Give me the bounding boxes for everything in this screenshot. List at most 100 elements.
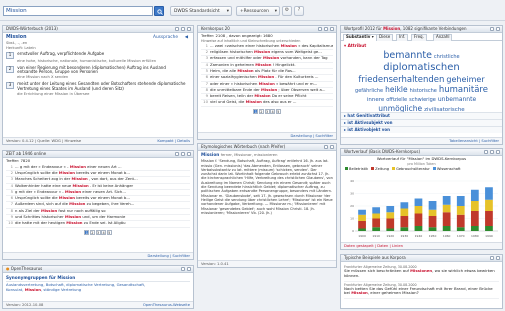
- minimize-icon[interactable]: [490, 256, 494, 260]
- collocation-word[interactable]: innere: [367, 97, 384, 104]
- kwic-row[interactable]: 10 die hatte mit der heutigen Mission zu …: [6, 221, 190, 228]
- chart-bar-segment[interactable]: [442, 196, 451, 205]
- display-options-link[interactable]: Darstellung | Suchfilter: [290, 134, 333, 139]
- page-button[interactable]: 3: [264, 108, 270, 114]
- legend-item[interactable]: Gebrauchsliteratur: [392, 167, 430, 171]
- chart-bar-segment[interactable]: [386, 206, 395, 213]
- kwic-row[interactable]: 10 viel und Geist, die Mission des also a…: [201, 100, 333, 107]
- minimize-icon[interactable]: [181, 267, 185, 271]
- chart-bar-segment[interactable]: [485, 187, 493, 200]
- search-input[interactable]: Mission: [3, 6, 153, 16]
- minimize-icon[interactable]: [490, 150, 494, 154]
- chart-bar-segment[interactable]: [428, 216, 437, 228]
- minimize-icon[interactable]: [181, 27, 185, 31]
- chart-bar-segment[interactable]: [428, 201, 437, 210]
- synonym-list[interactable]: Konsulat,: [6, 287, 25, 292]
- tab-inf[interactable]: Inf.: [396, 34, 409, 41]
- close-icon[interactable]: [496, 27, 500, 31]
- speaker-icon[interactable]: ◀: [185, 35, 188, 40]
- minimize-icon[interactable]: [490, 27, 494, 31]
- close-icon[interactable]: [496, 256, 500, 260]
- chart-bar-segment[interactable]: [414, 198, 423, 207]
- section-genitivattribut[interactable]: ▸ hat Genitivattribut: [341, 112, 502, 119]
- chart-bar-segment[interactable]: [372, 213, 381, 219]
- collocation-word[interactable]: unbemannte: [438, 96, 476, 104]
- chart-bar-segment[interactable]: [358, 214, 366, 221]
- section-aktivobjekt[interactable]: ▸ ist Aktivobjekt von: [341, 126, 502, 133]
- chart-bar-segment[interactable]: [400, 227, 409, 231]
- chart-bar-segment[interactable]: [442, 204, 451, 213]
- page-button[interactable]: 3: [95, 229, 101, 235]
- close-icon[interactable]: [187, 267, 191, 271]
- settings-icon[interactable]: [175, 152, 179, 156]
- settings-icon[interactable]: [484, 150, 488, 154]
- chart-bar-segment[interactable]: [372, 218, 381, 228]
- resources-button[interactable]: +Ressourcen ▾: [236, 6, 280, 16]
- page-button[interactable]: 1: [84, 229, 90, 235]
- collocation-word[interactable]: schwierige: [409, 97, 436, 103]
- collocation-word[interactable]: heikle: [385, 85, 408, 94]
- chart-bar-segment[interactable]: [372, 207, 381, 214]
- chart-bar-segment[interactable]: [456, 214, 465, 228]
- table-view-link[interactable]: Tabellenansicht | Suchfilter: [449, 139, 499, 144]
- collocation-word[interactable]: historische: [410, 88, 437, 94]
- legend-item[interactable]: Zeitung: [371, 167, 389, 171]
- page-button[interactable]: 2: [89, 229, 95, 235]
- view-toggle-link[interactable]: Kompakt | Details: [157, 139, 190, 144]
- chart-bar-segment[interactable]: [400, 208, 409, 217]
- close-icon[interactable]: [496, 150, 500, 154]
- display-options-link[interactable]: Darstellung | Suchfilter: [147, 254, 190, 259]
- tab-diese[interactable]: Diese: [376, 34, 394, 41]
- settings-icon[interactable]: [175, 27, 179, 31]
- corpus-view-select[interactable]: DWDS Standardsicht ▾: [170, 6, 232, 16]
- pronunciation-link[interactable]: Aussprache: [153, 35, 178, 40]
- chart-bar-segment[interactable]: [428, 209, 437, 216]
- chart-bar-segment[interactable]: [442, 226, 451, 231]
- chart-bar-segment[interactable]: [372, 227, 381, 231]
- chart-bar-segment[interactable]: [386, 228, 395, 232]
- chart-bar-segment[interactable]: [470, 201, 479, 211]
- legend-item[interactable]: Belletristik: [345, 167, 368, 171]
- collocation-word[interactable]: offizielle: [386, 97, 407, 103]
- chart-bar-segment[interactable]: [442, 212, 451, 226]
- chart-bar-segment[interactable]: [414, 213, 423, 227]
- close-icon[interactable]: [330, 27, 334, 31]
- minimize-icon[interactable]: [181, 152, 185, 156]
- page-button[interactable]: 4: [270, 108, 276, 114]
- chart-bar-segment[interactable]: [470, 211, 479, 226]
- page-button[interactable]: 2: [258, 108, 264, 114]
- tab-anzahl[interactable]: Anzahl: [433, 34, 453, 41]
- chart-bar-segment[interactable]: [470, 226, 479, 231]
- collocation-word[interactable]: bemannte: [383, 50, 432, 62]
- tab-substantiv[interactable]: Substantiv ▾: [343, 34, 377, 41]
- minimize-icon[interactable]: [324, 27, 328, 31]
- chart-bar-segment[interactable]: [386, 218, 395, 229]
- chart-bar-segment[interactable]: [485, 211, 493, 226]
- settings-icon[interactable]: ⚙: [282, 6, 292, 16]
- openthesaurus-website-link[interactable]: OpenThesaurus-Webseite: [143, 303, 190, 308]
- chart-mode-links[interactable]: Daten gestapelt | Daten | Linien: [344, 244, 403, 248]
- chart-bar-segment[interactable]: [428, 227, 437, 231]
- collocation-word[interactable]: gefährliche: [355, 88, 383, 94]
- collocation-word[interactable]: friedenserhaltenden: [358, 75, 444, 86]
- settings-icon[interactable]: [318, 27, 322, 31]
- chart-bar-segment[interactable]: [456, 206, 465, 215]
- synonym-list[interactable]: , ständige Vertretung: [41, 287, 81, 292]
- page-button[interactable]: 5: [106, 229, 112, 235]
- chart-bar-segment[interactable]: [485, 226, 493, 231]
- chart-bar-segment[interactable]: [400, 216, 409, 228]
- chart-bar-segment[interactable]: [414, 226, 423, 231]
- page-button[interactable]: 4: [101, 229, 107, 235]
- close-icon[interactable]: [330, 145, 334, 149]
- section-aktivsubjekt[interactable]: ▸ ist Aktivsubjekt von: [341, 119, 502, 126]
- chart-bar-segment[interactable]: [400, 202, 409, 209]
- chart-bar-segment[interactable]: [358, 228, 366, 232]
- chart-bar-segment[interactable]: [414, 206, 423, 214]
- chart-bar-segment[interactable]: [358, 221, 366, 229]
- close-icon[interactable]: [187, 152, 191, 156]
- help-icon[interactable]: ?: [294, 6, 304, 16]
- collocation-word[interactable]: humanitäre: [439, 85, 488, 96]
- legend-item[interactable]: Wissenschaft: [432, 167, 461, 171]
- collocation-word[interactable]: christliche: [434, 54, 460, 60]
- page-button[interactable]: 1: [253, 108, 259, 114]
